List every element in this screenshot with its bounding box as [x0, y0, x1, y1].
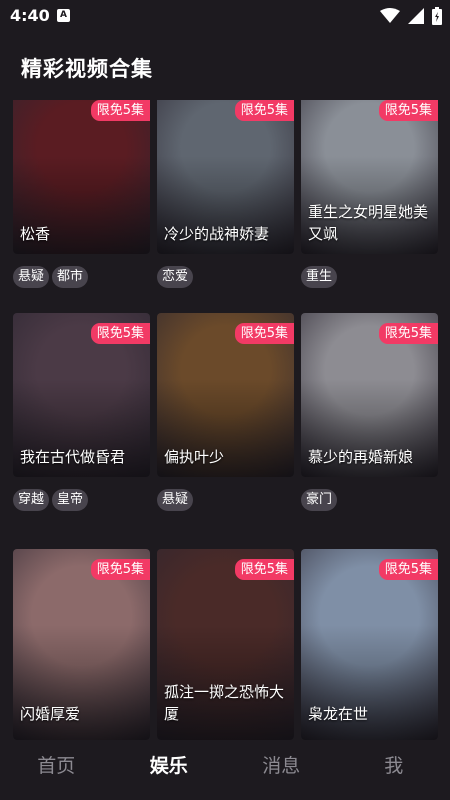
free-episodes-badge: 限免5集 [234, 100, 294, 121]
video-title: 偏执叶少 [164, 448, 225, 466]
tag-list: 恋爱 [157, 266, 294, 288]
video-card[interactable]: 限免5集 我在古代做昏君 穿越 皇帝 [13, 313, 150, 511]
video-poster[interactable]: 限免5集 偏执叶少 [157, 313, 294, 477]
video-title: 松香 [20, 225, 51, 243]
genre-tag[interactable]: 悬疑 [157, 489, 194, 511]
wifi-icon [380, 8, 400, 24]
video-poster[interactable]: 限免5集 重生之女明星她美又飒 [301, 100, 438, 254]
signal-icon [408, 8, 424, 24]
status-icons [380, 6, 442, 26]
nav-home[interactable]: 首页 [0, 736, 113, 800]
free-episodes-badge: 限免5集 [378, 323, 438, 344]
tag-list: 穿越 皇帝 [13, 489, 150, 511]
video-card[interactable]: 限免5集 孤注一掷之恐怖大厦 [157, 549, 294, 740]
video-card[interactable]: 限免5集 慕少的再婚新娘 豪门 [301, 313, 438, 511]
video-poster[interactable]: 限免5集 闪婚厚爱 [13, 549, 150, 740]
nav-messages[interactable]: 消息 [225, 736, 338, 800]
genre-tag[interactable]: 重生 [301, 266, 338, 288]
video-title: 慕少的再婚新娘 [308, 448, 414, 466]
video-title: 闪婚厚爱 [20, 705, 81, 723]
tag-list: 悬疑 都市 [13, 266, 150, 288]
video-title: 枭龙在世 [308, 705, 369, 723]
video-card[interactable]: 限免5集 松香 悬疑 都市 [13, 100, 150, 288]
video-poster[interactable]: 限免5集 慕少的再婚新娘 [301, 313, 438, 477]
video-card[interactable]: 限免5集 偏执叶少 悬疑 [157, 313, 294, 511]
battery-icon [432, 7, 442, 25]
status-time: 4:40 [10, 6, 50, 25]
notification-icon: A [57, 9, 70, 22]
video-card[interactable]: 限免5集 冷少的战神娇妻 恋爱 [157, 100, 294, 288]
video-card[interactable]: 限免5集 闪婚厚爱 [13, 549, 150, 740]
genre-tag[interactable]: 豪门 [301, 489, 338, 511]
free-episodes-badge: 限免5集 [378, 100, 438, 121]
genre-tag[interactable]: 悬疑 [13, 266, 50, 288]
nav-me[interactable]: 我 [338, 736, 450, 800]
video-poster[interactable]: 限免5集 孤注一掷之恐怖大厦 [157, 549, 294, 740]
bottom-nav: 首页 娱乐 消息 我 [0, 740, 450, 800]
page-title: 精彩视频合集 [21, 57, 153, 81]
video-poster[interactable]: 限免5集 我在古代做昏君 [13, 313, 150, 477]
free-episodes-badge: 限免5集 [90, 100, 150, 121]
genre-tag[interactable]: 皇帝 [52, 489, 89, 511]
video-card[interactable]: 限免5集 重生之女明星她美又飒 重生 [301, 100, 438, 288]
free-episodes-badge: 限免5集 [378, 559, 438, 580]
free-episodes-badge: 限免5集 [234, 323, 294, 344]
video-grid: 限免5集 松香 悬疑 都市 限免5集 冷少的战神娇妻 恋爱 限免5集 重生之女明… [13, 100, 438, 740]
genre-tag[interactable]: 都市 [52, 266, 89, 288]
status-bar: 4:40 A [0, 0, 450, 32]
video-title: 孤注一掷之恐怖大厦 [164, 683, 285, 723]
video-card[interactable]: 限免5集 枭龙在世 [301, 549, 438, 740]
tag-list: 重生 [301, 266, 438, 288]
genre-tag[interactable]: 恋爱 [157, 266, 194, 288]
video-title: 冷少的战神娇妻 [164, 225, 270, 243]
tag-list: 悬疑 [157, 489, 294, 511]
free-episodes-badge: 限免5集 [90, 559, 150, 580]
nav-entertainment[interactable]: 娱乐 [113, 736, 226, 800]
video-title: 重生之女明星她美又飒 [308, 203, 429, 243]
free-episodes-badge: 限免5集 [234, 559, 294, 580]
genre-tag[interactable]: 穿越 [13, 489, 50, 511]
video-poster[interactable]: 限免5集 冷少的战神娇妻 [157, 100, 294, 254]
video-poster[interactable]: 限免5集 枭龙在世 [301, 549, 438, 740]
free-episodes-badge: 限免5集 [90, 323, 150, 344]
video-title: 我在古代做昏君 [20, 448, 126, 466]
tag-list: 豪门 [301, 489, 438, 511]
video-poster[interactable]: 限免5集 松香 [13, 100, 150, 254]
